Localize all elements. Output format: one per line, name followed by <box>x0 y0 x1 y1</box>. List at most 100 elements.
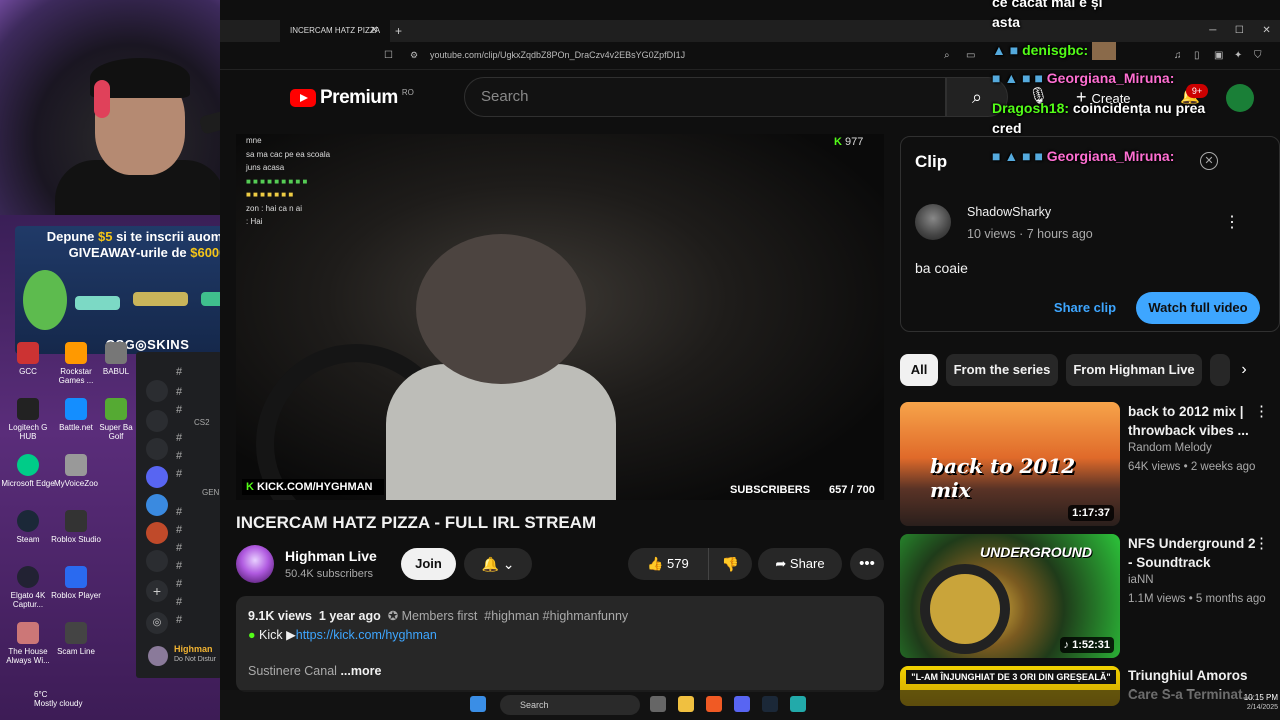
babul-icon <box>105 342 127 364</box>
desktop-icon-myvoicezoo[interactable]: MyVoiceZoo <box>48 454 104 488</box>
new-tab-button[interactable]: + <box>395 20 409 42</box>
channel-name[interactable]: Highman Live <box>285 548 405 566</box>
taskbar-search[interactable]: Search <box>500 695 640 715</box>
clip-author-avatar[interactable] <box>915 204 951 240</box>
chat-message: ▲ ■ denisgbc: <box>992 42 1277 61</box>
youtube-logo[interactable]: Premium RO <box>290 86 420 110</box>
cast-icon[interactable]: ▭ <box>966 50 980 64</box>
like-button[interactable]: 👍 579 <box>628 548 708 580</box>
desktop-icon-label: Roblox Player <box>51 591 101 600</box>
windows-start-icon[interactable] <box>470 696 486 712</box>
desktop-icon-scam-line[interactable]: Scam Line <box>48 622 104 656</box>
kick-link[interactable]: https://kick.com/hyghman <box>296 628 437 642</box>
server-icon[interactable] <box>146 410 168 432</box>
more-actions-button[interactable]: ••• <box>850 548 884 580</box>
url-text[interactable]: youtube.com/clip/UgkxZqdbZ8POn_DraCzv4v2… <box>430 50 930 64</box>
desktop-icon-golf[interactable]: Super Ba Golf <box>96 398 136 441</box>
share-clip-button[interactable]: Share clip <box>1044 292 1126 324</box>
discord-icon[interactable] <box>734 696 750 712</box>
scam-line-icon <box>65 622 87 644</box>
kick-label: Kick ▶ <box>259 628 296 642</box>
channel-avatar[interactable] <box>236 545 274 583</box>
server-icon[interactable] <box>146 466 168 488</box>
video-player[interactable]: mne sa ma cac pe ea scoala juns acasa ■ … <box>236 134 884 500</box>
channel-hash[interactable]: # <box>176 596 216 608</box>
share-button[interactable]: ➦ Share <box>758 548 842 580</box>
rec-menu-icon[interactable]: ⋮ <box>1254 402 1269 422</box>
desktop-icon-roblox-player[interactable]: Roblox Player <box>48 566 104 600</box>
server-icon[interactable] <box>146 550 168 572</box>
bookmark-icon[interactable]: ☐ <box>384 50 396 64</box>
app-taskbar-icon[interactable] <box>790 696 806 712</box>
weather-condition: Mostly cloudy <box>34 699 83 708</box>
chat-username: Georgiana_Miruna: <box>1046 70 1175 86</box>
channel-hash[interactable]: # <box>176 366 216 378</box>
taskbar <box>220 690 1280 720</box>
dislike-button[interactable]: 👎 <box>708 548 752 580</box>
server-icon[interactable] <box>146 522 168 544</box>
brave-icon[interactable] <box>706 696 722 712</box>
desktop-icon-babul[interactable]: BABUL <box>96 342 136 376</box>
weather-widget[interactable]: 6°C Mostly cloudy <box>8 690 108 714</box>
server-icon[interactable] <box>146 494 168 516</box>
mascot-icon <box>23 270 67 330</box>
description-kick-line: ● Kick ▶https://kick.com/hyghman <box>248 627 648 643</box>
taskview-icon[interactable] <box>650 696 666 712</box>
rec-channel[interactable]: Random Melody <box>1128 442 1278 456</box>
rec-title[interactable]: NFS Underground 2 - Soundtrack <box>1128 534 1258 574</box>
watch-full-video-button[interactable]: Watch full video <box>1136 292 1260 324</box>
rec-thumbnail[interactable]: back to 2012 mix 1:17:37 <box>900 402 1120 526</box>
chevron-right-icon[interactable]: › <box>1232 354 1256 386</box>
tab-close-icon[interactable]: ✕ <box>370 20 384 42</box>
channel-hash[interactable]: # <box>176 578 216 590</box>
desktop-icon-label: Scam Line <box>57 647 95 656</box>
site-info-icon[interactable]: ⚙ <box>410 50 422 64</box>
chip-all[interactable]: All <box>900 354 938 386</box>
desktop-icon-roblox-studio[interactable]: Roblox Studio <box>48 510 104 544</box>
show-more-button[interactable]: ...more <box>340 664 381 678</box>
weather-temp: 6°C <box>34 690 48 699</box>
rec-thumbnail[interactable]: UNDERGROUND ♪ 1:52:31 <box>900 534 1120 658</box>
chip-from-highman-live[interactable]: From Highman Live <box>1066 354 1202 386</box>
zoom-icon[interactable]: ⌕ <box>944 50 958 64</box>
user-avatar[interactable] <box>148 646 168 666</box>
channel-hash[interactable]: # <box>176 450 216 462</box>
channel-hash[interactable]: # <box>176 404 216 416</box>
chip-partial[interactable] <box>1210 354 1230 386</box>
join-button[interactable]: Join <box>401 548 456 580</box>
channel-hash[interactable]: # <box>176 560 216 572</box>
channel-hash[interactable]: # <box>176 386 216 398</box>
hashtags[interactable]: #highman #highmanfunny <box>484 609 628 623</box>
emote-row: ■ ■ ■ ■ ■ ■ ■ <box>246 190 294 199</box>
file-explorer-icon[interactable] <box>678 696 694 712</box>
clip-menu-icon[interactable]: ⋮ <box>1224 212 1240 234</box>
chat-text: asta <box>992 14 1021 30</box>
rec-channel[interactable]: iaNN <box>1128 574 1278 588</box>
kick-logo-icon: K <box>834 136 845 148</box>
server-icon[interactable] <box>146 380 168 402</box>
search-input[interactable]: Search <box>464 77 946 117</box>
explore-icon[interactable]: ◎ <box>146 612 168 634</box>
rec-menu-icon[interactable]: ⋮ <box>1254 534 1269 554</box>
badge-icons: ■ ▲ ■ ■ <box>992 148 1047 164</box>
server-icon[interactable] <box>146 438 168 460</box>
clip-stats: 10 views · 7 hours ago <box>967 227 1093 241</box>
channel-hash[interactable]: # <box>176 506 216 518</box>
search-icon: ⌕ <box>971 87 983 107</box>
channel-hash[interactable]: # <box>176 542 216 554</box>
share-label: Share <box>789 556 825 571</box>
taskbar-date[interactable]: 2/14/2025 <box>1230 704 1278 716</box>
channel-hash[interactable]: # <box>176 468 216 480</box>
add-server-icon[interactable]: + <box>146 580 168 602</box>
myvoicezoo-icon <box>65 454 87 476</box>
channel-hash[interactable]: # <box>176 432 216 444</box>
channel-hash[interactable]: # <box>176 524 216 536</box>
chip-from-series[interactable]: From the series <box>946 354 1058 386</box>
steam-taskbar-icon[interactable] <box>762 696 778 712</box>
driver-head <box>416 234 586 384</box>
clip-author-name[interactable]: ShadowSharky <box>967 205 1127 221</box>
skin-icon <box>75 296 120 310</box>
channel-hash[interactable]: # <box>176 614 216 626</box>
rec-title[interactable]: back to 2012 mix | throwback vibes ... <box>1128 402 1258 442</box>
subscribe-bell-button[interactable]: 🔔 ⌄ <box>464 548 532 580</box>
